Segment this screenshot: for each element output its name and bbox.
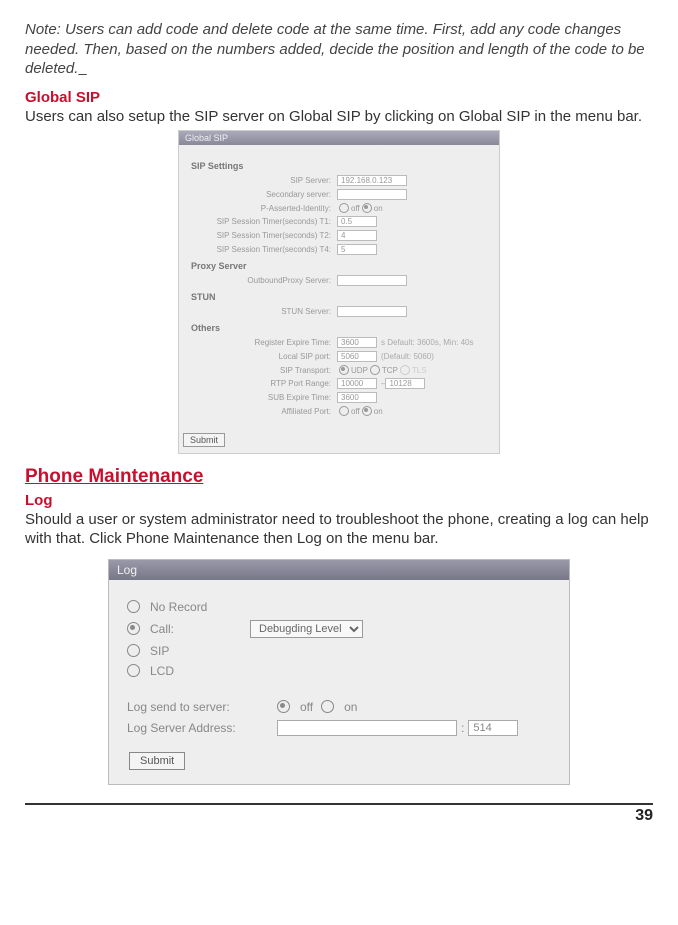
global-sip-panel-title: Global SIP: [179, 131, 499, 145]
label-lcd: LCD: [150, 664, 250, 678]
label-no-record: No Record: [150, 600, 250, 614]
label-outbound: OutboundProxy Server:: [191, 276, 337, 285]
input-secondary[interactable]: [337, 189, 407, 200]
radio-log-off[interactable]: [277, 700, 290, 713]
radio-passerted-off[interactable]: [339, 203, 349, 213]
label-server-address: Log Server Address:: [127, 721, 277, 735]
radio-log-off-label: off: [300, 700, 313, 714]
label-stun: STUN Server:: [191, 307, 337, 316]
submit-button-sip[interactable]: Submit: [183, 433, 225, 447]
input-stun[interactable]: [337, 306, 407, 317]
input-sub-expire[interactable]: [337, 392, 377, 403]
radio-off-label: off: [351, 204, 360, 213]
note-body: Note: Users can add code and delete code…: [25, 21, 645, 77]
radio-udp-label: UDP: [351, 366, 368, 375]
label-t2: SIP Session Timer(seconds) T2:: [191, 231, 337, 240]
label-affiliated-port: Affiliated Port:: [191, 407, 337, 416]
radio-lcd[interactable]: [127, 664, 140, 677]
radio-no-record[interactable]: [127, 600, 140, 613]
group-others: Others: [191, 323, 487, 333]
radio-tcp[interactable]: [370, 365, 380, 375]
radio-tls: [400, 365, 410, 375]
radio-tls-label: TLS: [412, 366, 427, 375]
group-stun: STUN: [191, 292, 487, 302]
input-sip-server[interactable]: [337, 175, 407, 186]
radio-affiliated-on[interactable]: [362, 406, 372, 416]
submit-button-log[interactable]: Submit: [129, 752, 185, 770]
note-text: Note: Users can add code and delete code…: [25, 20, 653, 79]
radio-passerted-on[interactable]: [362, 203, 372, 213]
label-sip-server: SIP Server:: [191, 176, 337, 185]
input-t4[interactable]: [337, 244, 377, 255]
global-sip-heading: Global SIP: [25, 89, 653, 106]
radio-udp[interactable]: [339, 365, 349, 375]
log-heading: Log: [25, 492, 653, 509]
radio-aff-off-label: off: [351, 407, 360, 416]
hint-local-sip-port: (Default: 5060): [381, 352, 434, 361]
radio-affiliated-off[interactable]: [339, 406, 349, 416]
log-panel-title: Log: [109, 560, 569, 580]
radio-on-label: on: [374, 204, 383, 213]
phone-maintenance-heading: Phone Maintenance: [25, 466, 653, 488]
input-t2[interactable]: [337, 230, 377, 241]
label-t4: SIP Session Timer(seconds) T4:: [191, 245, 337, 254]
page-number: 39: [25, 807, 653, 825]
label-sip-transport: SIP Transport:: [191, 366, 337, 375]
log-panel: Log No Record Call: Debugding Level SIP …: [108, 559, 570, 785]
input-rtp1[interactable]: [337, 378, 377, 389]
label-secondary: Secondary server:: [191, 190, 337, 199]
label-call: Call:: [150, 622, 250, 636]
input-t1[interactable]: [337, 216, 377, 227]
global-sip-intro: Users can also setup the SIP server on G…: [25, 108, 653, 127]
log-intro: Should a user or system administrator ne…: [25, 511, 653, 549]
input-log-server-port[interactable]: [468, 720, 518, 736]
radio-sip[interactable]: [127, 644, 140, 657]
label-t1: SIP Session Timer(seconds) T1:: [191, 217, 337, 226]
radio-tcp-label: TCP: [382, 366, 398, 375]
radio-log-on-label: on: [344, 700, 357, 714]
global-sip-panel: Global SIP SIP Settings SIP Server: Seco…: [178, 130, 500, 454]
input-log-server-address[interactable]: [277, 720, 457, 736]
select-debug-level[interactable]: Debugding Level: [250, 620, 363, 638]
input-local-sip-port[interactable]: [337, 351, 377, 362]
label-sub-expire: SUB Expire Time:: [191, 393, 337, 402]
label-passerted: P-Asserted-Identity:: [191, 204, 337, 213]
label-send-to-server: Log send to server:: [127, 700, 277, 714]
group-proxy: Proxy Server: [191, 261, 487, 271]
input-register-expire[interactable]: [337, 337, 377, 348]
input-rtp2[interactable]: [385, 378, 425, 389]
input-outbound[interactable]: [337, 275, 407, 286]
label-register-expire: Register Expire Time:: [191, 338, 337, 347]
group-sip-settings: SIP Settings: [191, 161, 487, 171]
hint-register: s Default: 3600s, Min: 40s: [381, 338, 474, 347]
label-rtp-range: RTP Port Range:: [191, 379, 337, 388]
radio-call[interactable]: [127, 622, 140, 635]
label-local-sip-port: Local SIP port:: [191, 352, 337, 361]
radio-aff-on-label: on: [374, 407, 383, 416]
footer-rule: [25, 803, 653, 805]
label-sip-opt: SIP: [150, 644, 250, 658]
radio-log-on[interactable]: [321, 700, 334, 713]
